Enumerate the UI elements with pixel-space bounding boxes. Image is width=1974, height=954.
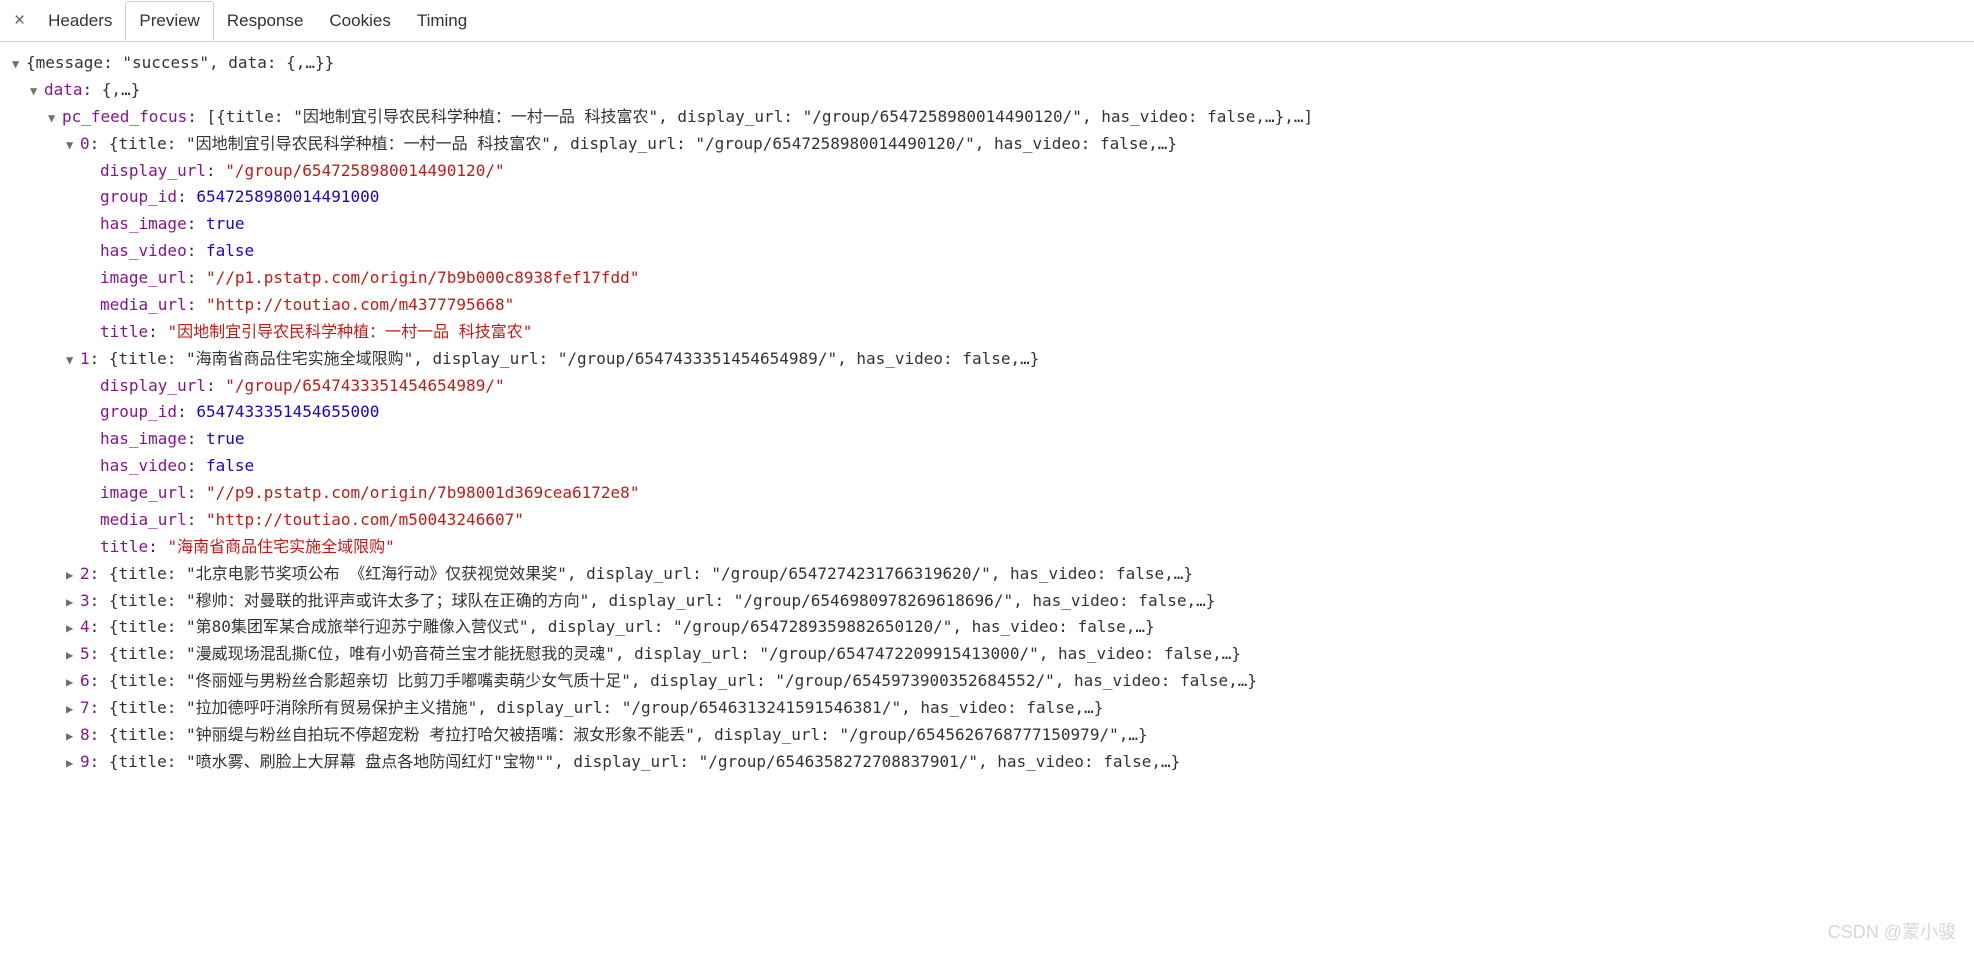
json-summary[interactable]: {title: "漫威现场混乱撕C位，唯有小奶音荷兰宝才能抚慰我的灵魂", di…: [109, 644, 1241, 663]
json-summary[interactable]: {title: "海南省商品住宅实施全域限购", display_url: "/…: [109, 349, 1039, 368]
json-key[interactable]: title: [100, 537, 148, 556]
expand-arrow-icon[interactable]: [48, 108, 62, 128]
json-key[interactable]: has_image: [100, 429, 187, 448]
json-key[interactable]: image_url: [100, 483, 187, 502]
json-key[interactable]: has_image: [100, 214, 187, 233]
tab-preview[interactable]: Preview: [125, 1, 213, 41]
json-root[interactable]: {message: "success", data: {,…}}: [26, 53, 334, 72]
json-key[interactable]: image_url: [100, 268, 187, 287]
expand-arrow-icon[interactable]: [66, 618, 80, 638]
json-key[interactable]: title: [100, 322, 148, 341]
json-index[interactable]: 3: [80, 591, 90, 610]
expand-arrow-icon[interactable]: [66, 592, 80, 612]
json-value[interactable]: true: [206, 214, 245, 233]
json-index[interactable]: 1: [80, 349, 90, 368]
watermark: CSDN @蒙小骏: [1828, 918, 1956, 944]
json-index[interactable]: 0: [80, 134, 90, 153]
expand-arrow-icon[interactable]: [66, 699, 80, 719]
json-key[interactable]: group_id: [100, 402, 177, 421]
json-preview: {message: "success", data: {,…}} data: {…: [0, 42, 1974, 790]
json-value[interactable]: "海南省商品住宅实施全域限购": [167, 537, 394, 556]
json-value[interactable]: false: [206, 456, 254, 475]
json-summary[interactable]: {,…}: [102, 80, 141, 99]
json-index[interactable]: 7: [80, 698, 90, 717]
json-value[interactable]: "因地制宜引导农民科学种植：一村一品 科技富农": [167, 322, 532, 341]
json-value[interactable]: "//p1.pstatp.com/origin/7b9b000c8938fef1…: [206, 268, 639, 287]
json-key[interactable]: has_video: [100, 456, 187, 475]
json-summary[interactable]: [{title: "因地制宜引导农民科学种植：一村一品 科技富农", displ…: [207, 107, 1314, 126]
tab-response[interactable]: Response: [214, 2, 317, 40]
expand-arrow-icon[interactable]: [30, 81, 44, 101]
json-value[interactable]: true: [206, 429, 245, 448]
json-value[interactable]: 6547433351454655000: [196, 402, 379, 421]
json-index[interactable]: 4: [80, 617, 90, 636]
json-index[interactable]: 2: [80, 564, 90, 583]
json-key[interactable]: has_video: [100, 241, 187, 260]
json-summary[interactable]: {title: "北京电影节奖项公布 《红海行动》仅获视觉效果奖", displ…: [109, 564, 1193, 583]
json-index[interactable]: 5: [80, 644, 90, 663]
json-key[interactable]: data: [44, 80, 83, 99]
json-key[interactable]: group_id: [100, 187, 177, 206]
expand-arrow-icon[interactable]: [66, 672, 80, 692]
json-summary[interactable]: {title: "因地制宜引导农民科学种植：一村一品 科技富农", displa…: [109, 134, 1177, 153]
json-summary[interactable]: {title: "喷水雾、刷脸上大屏幕 盘点各地防闯红灯"宝物"", displ…: [109, 752, 1180, 771]
json-value[interactable]: "http://toutiao.com/m4377795668": [206, 295, 514, 314]
devtools-tabs: × Headers Preview Response Cookies Timin…: [0, 0, 1974, 42]
json-summary[interactable]: {title: "第80集团军某合成旅举行迎苏宁雕像入营仪式", display…: [109, 617, 1155, 636]
tab-timing[interactable]: Timing: [404, 2, 480, 40]
json-index[interactable]: 8: [80, 725, 90, 744]
json-index[interactable]: 9: [80, 752, 90, 771]
json-key[interactable]: pc_feed_focus: [62, 107, 187, 126]
tab-cookies[interactable]: Cookies: [316, 2, 403, 40]
json-value[interactable]: false: [206, 241, 254, 260]
json-value[interactable]: "http://toutiao.com/m50043246607": [206, 510, 524, 529]
expand-arrow-icon[interactable]: [12, 54, 26, 74]
expand-arrow-icon[interactable]: [66, 350, 80, 370]
json-key[interactable]: media_url: [100, 295, 187, 314]
expand-arrow-icon[interactable]: [66, 726, 80, 746]
expand-arrow-icon[interactable]: [66, 753, 80, 773]
json-summary[interactable]: {title: "钟丽缇与粉丝自拍玩不停超宠粉 考拉打哈欠被捂嘴：淑女形象不能丢…: [109, 725, 1148, 744]
json-index[interactable]: 6: [80, 671, 90, 690]
expand-arrow-icon[interactable]: [66, 135, 80, 155]
json-value[interactable]: 6547258980014491000: [196, 187, 379, 206]
expand-arrow-icon[interactable]: [66, 645, 80, 665]
json-summary[interactable]: {title: "佟丽娅与男粉丝合影超亲切 比剪刀手嘟嘴卖萌少女气质十足", d…: [109, 671, 1257, 690]
json-key[interactable]: display_url: [100, 376, 206, 395]
json-value[interactable]: "//p9.pstatp.com/origin/7b98001d369cea61…: [206, 483, 639, 502]
json-value[interactable]: "/group/6547258980014490120/": [225, 161, 504, 180]
json-key[interactable]: media_url: [100, 510, 187, 529]
json-key[interactable]: display_url: [100, 161, 206, 180]
json-summary[interactable]: {title: "拉加德呼吁消除所有贸易保护主义措施", display_url…: [109, 698, 1103, 717]
close-icon[interactable]: ×: [4, 10, 35, 32]
expand-arrow-icon[interactable]: [66, 565, 80, 585]
tab-headers[interactable]: Headers: [35, 2, 125, 40]
json-value[interactable]: "/group/6547433351454654989/": [225, 376, 504, 395]
json-summary[interactable]: {title: "穆帅：对曼联的批评声或许太多了；球队在正确的方向", disp…: [109, 591, 1215, 610]
